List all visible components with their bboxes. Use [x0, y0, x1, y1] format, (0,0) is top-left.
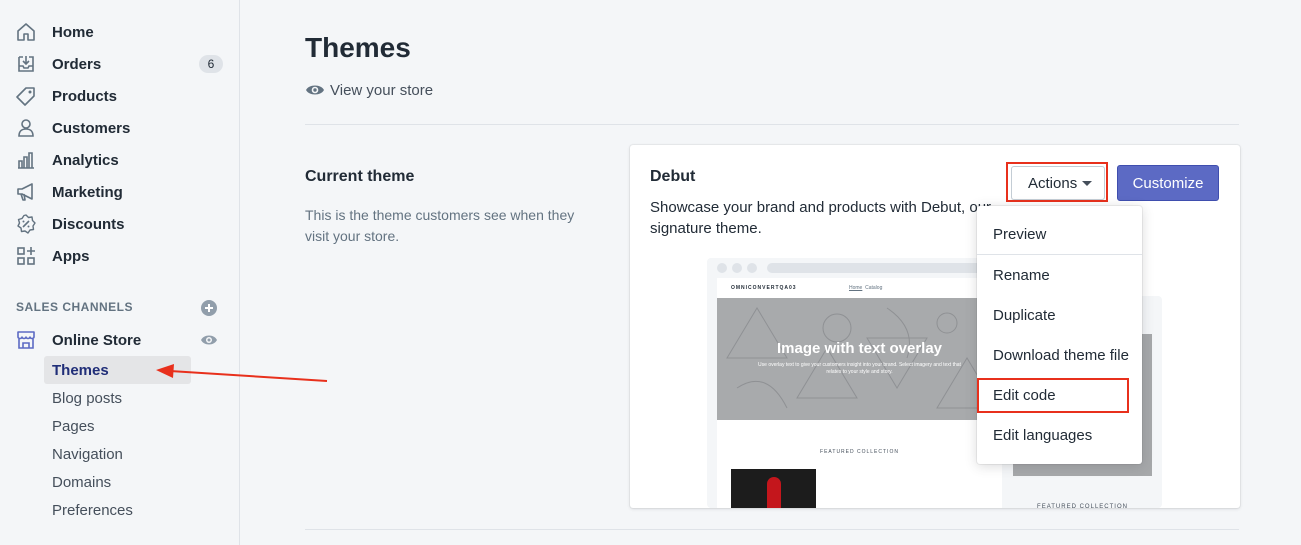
home-icon	[17, 23, 35, 41]
sidebar-item-products[interactable]: Products	[0, 80, 240, 112]
preview-store-name: OMNICONVERTQA03	[731, 285, 797, 291]
preview-nav-home: Home	[849, 285, 863, 291]
current-theme-heading: Current theme	[305, 168, 415, 185]
sidebar-item-label: Discounts	[52, 215, 125, 233]
section-divider	[305, 124, 1239, 125]
sidebar-item-discounts[interactable]: Discounts	[0, 208, 240, 240]
sidebar-subitem-pages[interactable]: Pages	[44, 412, 191, 440]
tag-icon	[16, 87, 35, 106]
hero-pattern-image	[726, 307, 998, 409]
apps-icon	[17, 247, 35, 265]
actions-dropdown-button[interactable]: Actions	[1011, 166, 1105, 200]
window-dot	[747, 263, 757, 273]
sidebar: Home Orders 6 Products Customers Analyti…	[0, 0, 240, 545]
page-title: Themes	[305, 32, 411, 63]
customize-button[interactable]: Customize	[1117, 165, 1219, 201]
actions-label: Actions	[1028, 174, 1078, 192]
sidebar-subitem-preferences[interactable]: Preferences	[44, 496, 191, 524]
menu-item-download-theme-file[interactable]: Download theme file	[977, 337, 1142, 373]
window-dot	[717, 263, 727, 273]
preview-page: OMNICONVERTQA03 Home Catalog Image with …	[717, 278, 1002, 508]
megaphone-icon	[17, 183, 33, 201]
sidebar-item-label: Orders	[52, 55, 102, 73]
current-theme-description: This is the theme customers see when the…	[305, 207, 575, 244]
store-icon	[17, 331, 35, 349]
sidebar-subitem-blog-posts[interactable]: Blog posts	[44, 384, 191, 412]
sidebar-item-label: Marketing	[52, 183, 123, 201]
dress-image	[767, 477, 781, 508]
preview-nav: Home Catalog	[849, 285, 882, 291]
section-divider	[305, 529, 1239, 530]
preview-hero: Image with text overlay Use overlay text…	[717, 298, 1002, 420]
theme-name: Debut	[650, 168, 696, 185]
desktop-preview: OMNICONVERTQA03 Home Catalog Image with …	[707, 258, 1012, 508]
add-sales-channel-icon[interactable]	[201, 300, 217, 316]
caret-down-icon	[1082, 181, 1092, 186]
orders-icon	[18, 56, 34, 72]
sidebar-item-analytics[interactable]: Analytics	[0, 144, 240, 176]
menu-item-edit-code[interactable]: Edit code	[977, 377, 1142, 413]
mobile-featured-collection-label: FEATURED COLLECTION	[1037, 504, 1128, 510]
orders-count-badge: 6	[199, 55, 223, 73]
sidebar-item-home[interactable]: Home	[0, 16, 240, 48]
eye-icon	[306, 85, 324, 95]
person-icon	[18, 119, 34, 137]
window-dot	[732, 263, 742, 273]
menu-item-rename[interactable]: Rename	[977, 257, 1142, 293]
preview-url-bar	[767, 263, 1005, 273]
sidebar-item-orders[interactable]: Orders 6	[0, 48, 240, 80]
bar-chart-icon	[18, 152, 34, 169]
sidebar-item-label: Online Store	[52, 331, 142, 349]
sidebar-item-label: Analytics	[52, 151, 119, 169]
discount-icon	[17, 214, 36, 234]
sales-channels-heading: SALES CHANNELS	[16, 300, 134, 314]
sidebar-subitem-domains[interactable]: Domains	[44, 468, 191, 496]
preview-hero-subtitle: Use overlay text to give your customers …	[758, 362, 961, 375]
menu-item-preview[interactable]: Preview	[977, 216, 1142, 252]
sidebar-item-label: Home	[52, 23, 94, 41]
sidebar-subitem-navigation[interactable]: Navigation	[44, 440, 191, 468]
sidebar-item-label: Apps	[52, 247, 90, 265]
sidebar-item-label: Products	[52, 87, 118, 105]
sidebar-subitem-themes[interactable]: Themes	[44, 356, 191, 384]
sidebar-item-customers[interactable]: Customers	[0, 112, 240, 144]
sidebar-item-apps[interactable]: Apps	[0, 240, 240, 272]
preview-product-photo	[731, 469, 816, 508]
actions-menu: Preview Rename Duplicate Download theme …	[977, 206, 1142, 464]
menu-item-duplicate[interactable]: Duplicate	[977, 297, 1142, 333]
view-online-store-eye-icon[interactable]	[200, 333, 218, 347]
theme-description: Showcase your brand and products with De…	[650, 199, 992, 237]
sidebar-item-label: Customers	[52, 119, 131, 137]
menu-item-edit-languages[interactable]: Edit languages	[977, 417, 1142, 453]
sidebar-item-marketing[interactable]: Marketing	[0, 176, 240, 208]
preview-hero-title: Image with text overlay	[776, 340, 943, 357]
view-store-link[interactable]: View your store	[305, 80, 433, 100]
preview-featured-collection-label: FEATURED COLLECTION	[820, 449, 899, 455]
preview-nav-catalog: Catalog	[865, 285, 883, 291]
menu-divider	[977, 254, 1142, 255]
view-store-label: View your store	[330, 81, 434, 99]
